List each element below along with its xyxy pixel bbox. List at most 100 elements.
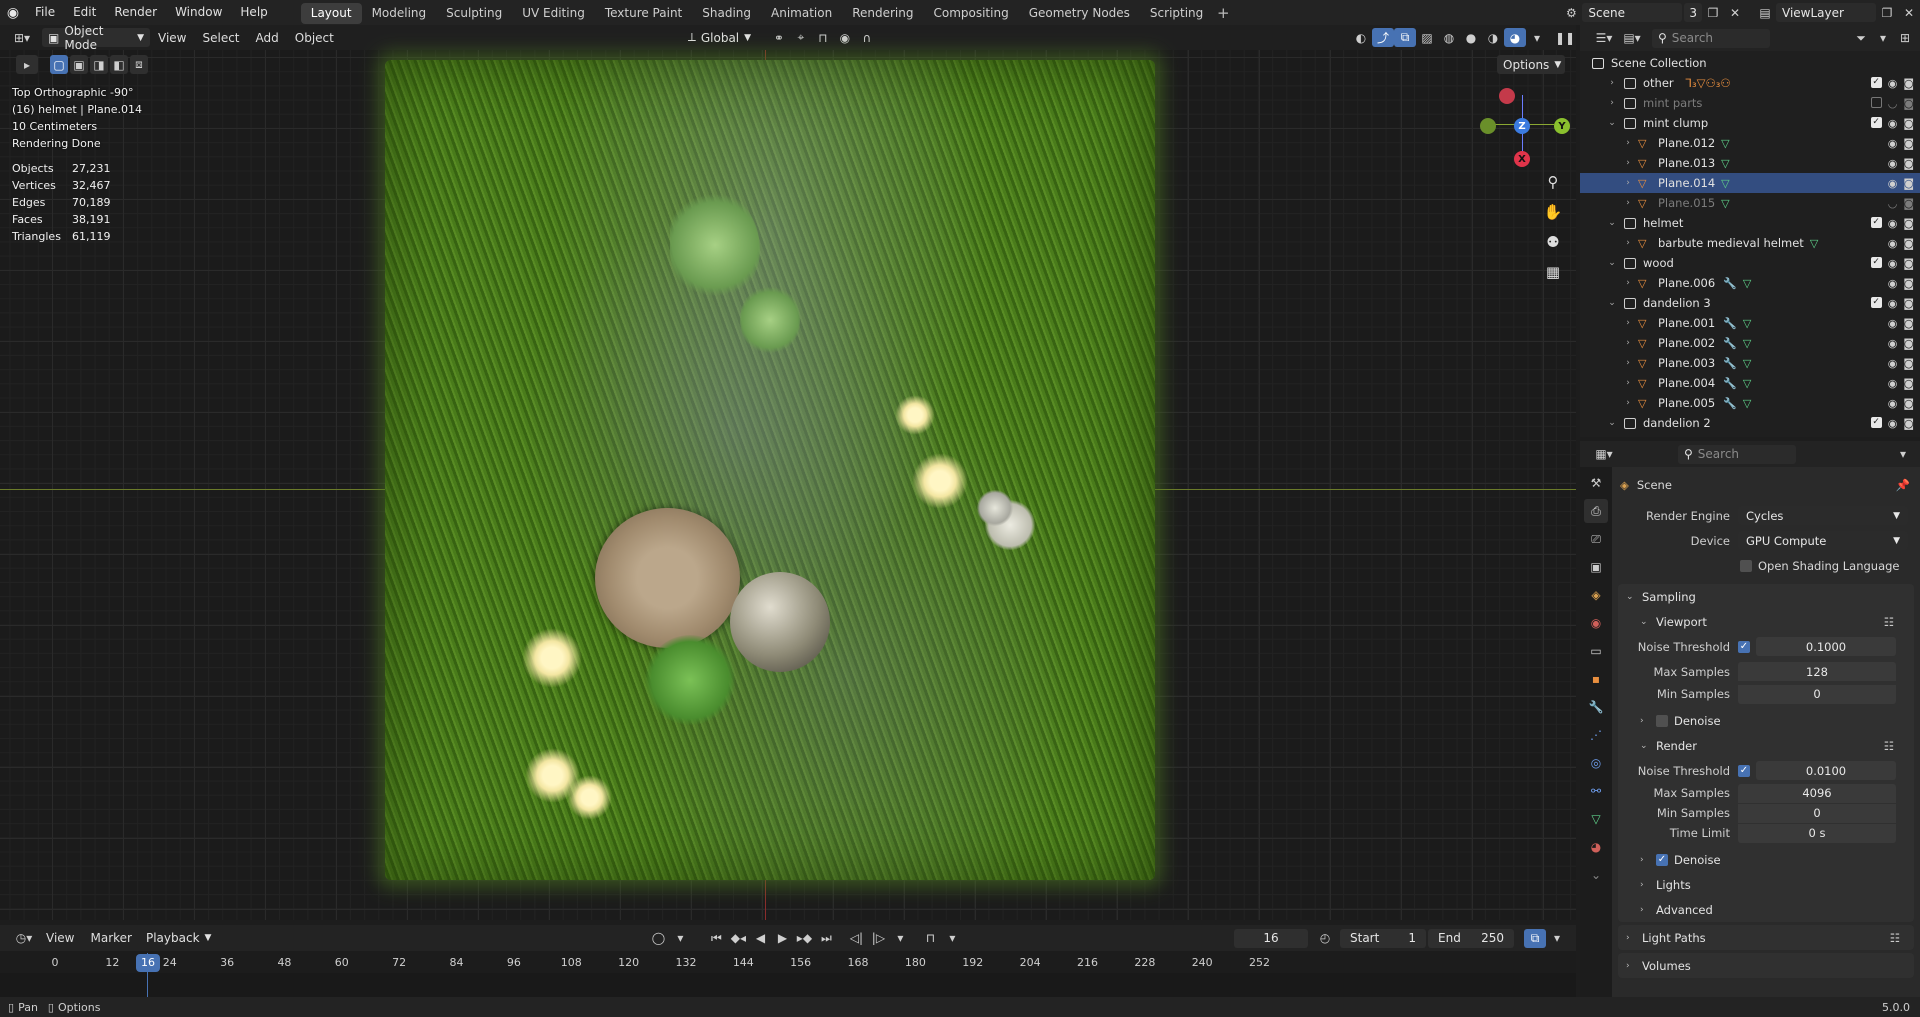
camera-icon[interactable]: ◙: [1903, 77, 1914, 90]
visibility-icon[interactable]: ◐: [1350, 28, 1372, 47]
chevron-right-icon[interactable]: ›: [1622, 318, 1634, 328]
eye-icon[interactable]: ◡: [1888, 197, 1898, 210]
r-time-limit-field[interactable]: 0 s: [1738, 823, 1896, 843]
exclude-checkbox[interactable]: ✓: [1870, 216, 1882, 228]
presets-icon[interactable]: ☷: [1884, 739, 1894, 753]
zoom-icon[interactable]: ⚲: [1541, 170, 1565, 194]
xray-icon[interactable]: ▨: [1416, 28, 1438, 47]
camera-icon[interactable]: ◙: [1903, 97, 1914, 110]
material-tab-icon[interactable]: ◕: [1584, 835, 1608, 859]
camera-icon[interactable]: ◙: [1903, 237, 1914, 250]
gizmo-z-dot[interactable]: Z: [1514, 118, 1530, 134]
chevron-down-icon[interactable]: ⌄: [1606, 118, 1618, 128]
advanced-subheader[interactable]: › Advanced: [1618, 897, 1914, 922]
chevron-right-icon[interactable]: ›: [1606, 78, 1618, 88]
chevron-right-icon[interactable]: ›: [1622, 138, 1634, 148]
world-tab-icon[interactable]: ◉: [1584, 611, 1608, 635]
current-frame-field[interactable]: 16: [1234, 928, 1308, 948]
tool-tab-icon[interactable]: ⚒: [1584, 471, 1608, 495]
record-icon[interactable]: ◯: [647, 929, 669, 948]
exclude-checkbox[interactable]: ✓: [1870, 416, 1882, 428]
select-invert-icon[interactable]: ◧: [110, 55, 128, 74]
timeline-menu-view[interactable]: View: [38, 931, 82, 945]
play-icon[interactable]: ▶: [771, 929, 793, 948]
new-collection-icon[interactable]: ▾: [1872, 29, 1894, 48]
outliner-editor-icon[interactable]: ☰▾: [1590, 29, 1618, 48]
select-new-icon[interactable]: ▢: [50, 55, 68, 74]
eye-icon[interactable]: ◉: [1888, 157, 1898, 170]
eye-icon[interactable]: ◉: [1888, 397, 1898, 410]
preview-range-icon[interactable]: ◴: [1314, 929, 1336, 948]
ortho-grid-icon[interactable]: ▦: [1541, 260, 1565, 284]
eye-icon[interactable]: ◉: [1888, 297, 1898, 310]
chevron-right-icon[interactable]: ›: [1606, 98, 1618, 108]
more-tabs-icon[interactable]: ⌄: [1584, 863, 1608, 887]
outliner-collection-row[interactable]: ⌄ wood ✓ ◉ ◙: [1580, 253, 1920, 273]
chevron-right-icon[interactable]: ›: [1622, 358, 1634, 368]
menu-file[interactable]: File: [26, 0, 64, 25]
keying-icon[interactable]: ▾: [669, 929, 691, 948]
menu-view[interactable]: View: [150, 31, 194, 45]
outliner-object-row[interactable]: › ▽ Plane.006 🔧 ▽ ◉ ◙: [1580, 273, 1920, 293]
chevron-right-icon[interactable]: ›: [1622, 238, 1634, 248]
outliner-object-row[interactable]: › ▽ Plane.001 🔧 ▽ ◉ ◙: [1580, 313, 1920, 333]
outliner-collection-row[interactable]: › mint parts ◡ ◙: [1580, 93, 1920, 113]
snap-target-icon[interactable]: ⊓: [812, 28, 834, 47]
outliner-search[interactable]: ⚲ Search: [1652, 28, 1770, 48]
camera-icon[interactable]: ◙: [1903, 257, 1914, 270]
eye-icon[interactable]: ◉: [1888, 417, 1898, 430]
tab-shading[interactable]: Shading: [692, 3, 761, 24]
timeline-editor-icon[interactable]: ◷▾: [10, 929, 38, 948]
camera-icon[interactable]: ◙: [1903, 157, 1914, 170]
presets-icon[interactable]: ☷: [1890, 931, 1900, 945]
auto-key-dropdown-icon[interactable]: ▾: [941, 929, 963, 948]
chevron-right-icon[interactable]: ›: [1622, 198, 1634, 208]
output-tab-icon[interactable]: ⎚: [1584, 527, 1608, 551]
tab-texture-paint[interactable]: Texture Paint: [595, 3, 692, 24]
scene-tab-icon[interactable]: ◈: [1584, 583, 1608, 607]
select-tool-icon[interactable]: ▸: [16, 55, 38, 74]
modifier-tab-icon[interactable]: 🔧: [1584, 695, 1608, 719]
chevron-right-icon[interactable]: ›: [1622, 398, 1634, 408]
eye-icon[interactable]: ◉: [1888, 237, 1898, 250]
properties-search[interactable]: ⚲ Search: [1678, 444, 1796, 464]
prev-marker-icon[interactable]: ◁|: [845, 929, 867, 948]
orientation-dropdown[interactable]: ⟂ Global ▼: [682, 28, 760, 47]
pivot-icon[interactable]: ⚭: [768, 28, 790, 47]
select-intersect-icon[interactable]: ⧈: [130, 55, 148, 74]
start-frame-field[interactable]: Start 1: [1340, 928, 1426, 948]
view-layer-tab-icon[interactable]: ▣: [1584, 555, 1608, 579]
r-denoise-checkbox[interactable]: ✓: [1656, 853, 1668, 866]
exclude-checkbox[interactable]: ✓: [1870, 256, 1882, 268]
eye-icon[interactable]: ◉: [1888, 377, 1898, 390]
exclude-checkbox[interactable]: ✓: [1870, 116, 1882, 128]
particles-tab-icon[interactable]: ⋰: [1584, 723, 1608, 747]
chevron-right-icon[interactable]: ›: [1622, 378, 1634, 388]
render-engine-dropdown[interactable]: Cycles ▼: [1738, 506, 1908, 525]
constraints-tab-icon[interactable]: ⚯: [1584, 779, 1608, 803]
chevron-down-icon[interactable]: ⌄: [1606, 218, 1618, 228]
shading-options-icon[interactable]: ▾: [1526, 28, 1548, 47]
tab-sculpting[interactable]: Sculpting: [436, 3, 512, 24]
options-dropdown[interactable]: Options ▼: [1497, 55, 1565, 74]
scene-icon[interactable]: ⚙: [1560, 3, 1582, 22]
camera-icon[interactable]: ◙: [1903, 317, 1914, 330]
material-shading-icon[interactable]: ◑: [1482, 28, 1504, 47]
add-view-layer-icon[interactable]: ❐: [1876, 3, 1898, 22]
next-marker-icon[interactable]: |▷: [867, 929, 889, 948]
camera-icon[interactable]: ◙: [1903, 297, 1914, 310]
end-frame-field[interactable]: End 250: [1428, 928, 1514, 948]
overlay-toggle-icon[interactable]: ⧉: [1394, 28, 1416, 47]
sidebar-toggle-icon[interactable]: ❚❚: [1554, 28, 1576, 47]
add-collection-icon[interactable]: ⊞: [1894, 29, 1916, 48]
outliner-collection-row[interactable]: › other ⅂₃▽⚇₃⚇ ✓ ◉ ◙: [1580, 73, 1920, 93]
render-tab-icon[interactable]: ⎙: [1584, 499, 1608, 523]
vp-max-samples-field[interactable]: 128: [1738, 662, 1896, 681]
outliner-object-row[interactable]: › ▽ Plane.015 ▽ ◡ ◙: [1580, 193, 1920, 213]
marker-dropdown-icon[interactable]: ▾: [889, 929, 911, 948]
r-noise-threshold-field[interactable]: 0.0100: [1756, 761, 1896, 780]
eye-icon[interactable]: ◉: [1888, 177, 1898, 190]
vp-min-samples-field[interactable]: 0: [1738, 684, 1896, 704]
timeline-sync-dropdown-icon[interactable]: ▾: [1546, 929, 1568, 948]
tab-geometry-nodes[interactable]: Geometry Nodes: [1019, 3, 1140, 24]
